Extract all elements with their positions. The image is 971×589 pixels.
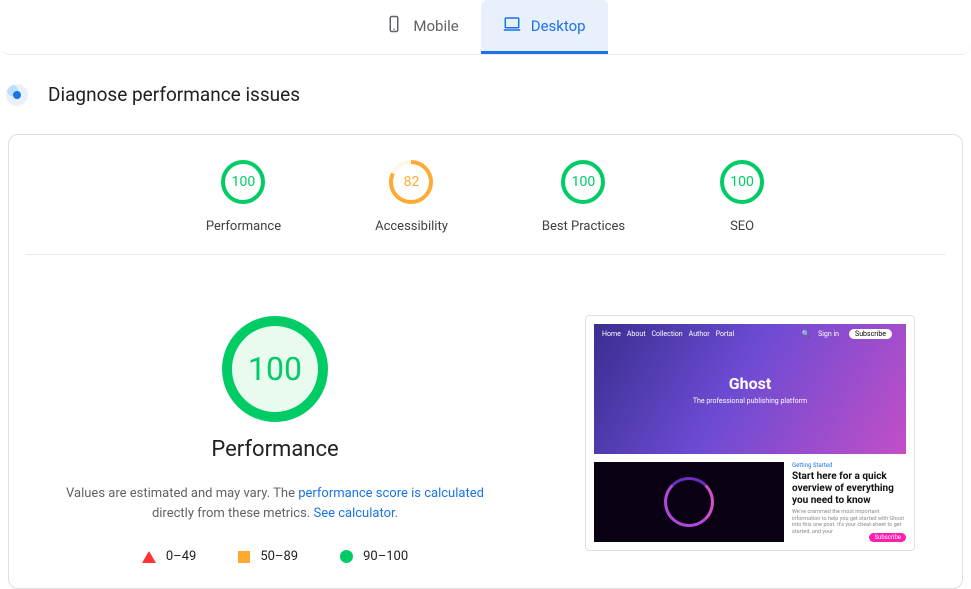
square-icon xyxy=(238,551,250,563)
link-score-calculated[interactable]: performance score is calculated xyxy=(298,486,484,501)
screenshot-nav-left: HomeAboutCollectionAuthorPortal xyxy=(602,330,740,338)
score-legend: 0–49 50–89 90–100 xyxy=(55,549,495,564)
score-description: Values are estimated and may vary. The p… xyxy=(55,484,495,523)
gauge-performance[interactable]: 100Performance xyxy=(206,159,281,234)
section-title: Diagnose performance issues xyxy=(48,83,300,106)
screenshot-article: Getting Started Start here for a quick o… xyxy=(792,462,906,542)
mobile-icon xyxy=(385,15,403,37)
legend-avg: 50–89 xyxy=(238,549,298,564)
compass-icon xyxy=(6,84,28,106)
triangle-icon xyxy=(142,551,156,563)
legend-fail: 0–49 xyxy=(142,549,196,564)
report-card: 100Performance82Accessibility100Best Pra… xyxy=(8,134,963,589)
circle-icon xyxy=(340,550,353,563)
gauge-best-practices[interactable]: 100Best Practices xyxy=(542,159,625,234)
performance-big-gauge: 100 xyxy=(221,315,329,423)
link-see-calculator[interactable]: See calculator xyxy=(313,506,394,521)
tab-mobile[interactable]: Mobile xyxy=(363,0,480,54)
gauge-seo[interactable]: 100SEO xyxy=(719,159,765,234)
section-header: Diagnose performance issues xyxy=(6,83,965,106)
screenshot-hero-title: Ghost xyxy=(594,374,906,393)
gauge-row: 100Performance 82Accessibility 100Best Pra… xyxy=(25,159,946,255)
desktop-icon xyxy=(503,15,521,37)
page-screenshot: HomeAboutCollectionAuthorPortal 🔍 Sign i… xyxy=(585,315,915,551)
device-tabs: Mobile Desktop xyxy=(0,0,971,55)
screenshot-hero-subtitle: The professional publishing platform xyxy=(594,397,906,405)
big-gauge-score: 100 xyxy=(221,315,329,423)
screenshot-article-image xyxy=(594,462,784,542)
legend-pass: 90–100 xyxy=(340,549,408,564)
big-gauge-label: Performance xyxy=(55,437,495,462)
tab-mobile-label: Mobile xyxy=(413,17,458,35)
gauge-accessibility[interactable]: 82Accessibility xyxy=(375,159,448,234)
tab-desktop-label: Desktop xyxy=(531,17,586,35)
tab-desktop[interactable]: Desktop xyxy=(481,0,608,54)
screenshot-nav-right: 🔍 Sign inSubscribe xyxy=(802,330,898,338)
performance-detail: 100 Performance Values are estimated and… xyxy=(55,315,495,564)
